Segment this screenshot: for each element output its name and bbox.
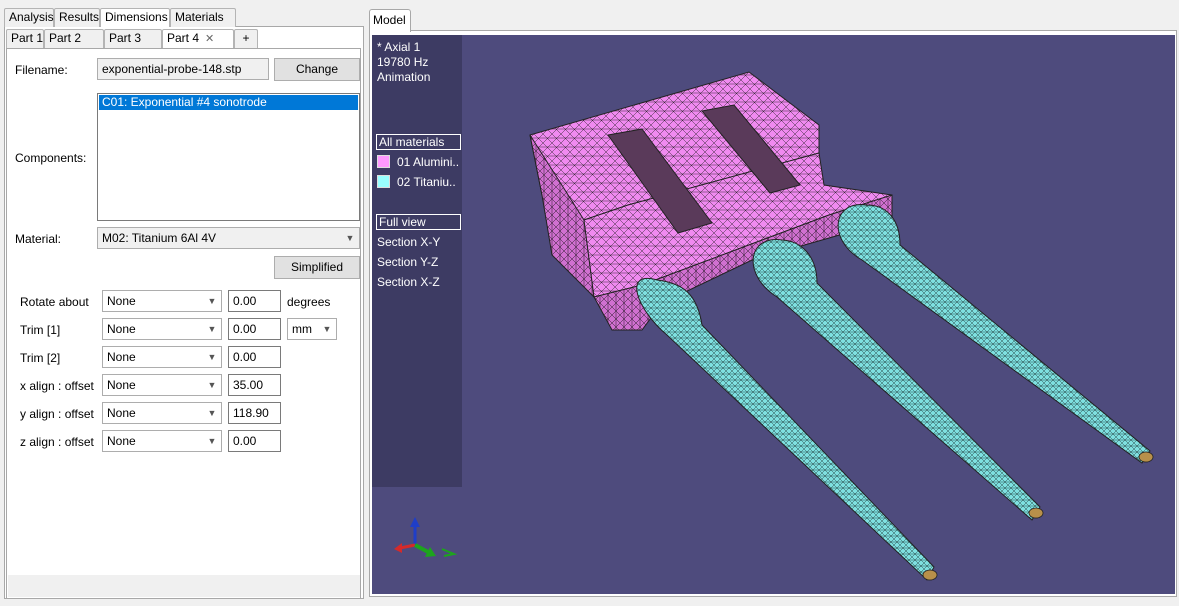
- chevron-down-icon: ▼: [322, 324, 332, 334]
- animation-toggle[interactable]: Animation: [377, 70, 430, 85]
- rotate-about-label: Rotate about: [20, 295, 89, 309]
- add-part-tab[interactable]: +: [234, 29, 258, 48]
- tab-part-4[interactable]: Part 4 ✕: [162, 29, 234, 48]
- part-tabstrip: Part 1 Part 2 Part 3 Part 4 ✕ +: [6, 29, 258, 48]
- filename-field: exponential-probe-148.stp: [97, 58, 269, 80]
- chevron-down-icon: ▼: [345, 233, 355, 243]
- rotate-about-select[interactable]: None ▼: [102, 290, 222, 312]
- close-icon[interactable]: ✕: [205, 33, 214, 45]
- view-section-xy[interactable]: Section X-Y: [377, 235, 440, 250]
- tab-part-1[interactable]: Part 1: [6, 29, 44, 48]
- filename-label: Filename:: [15, 63, 68, 77]
- trim-2-select-value: None: [107, 350, 136, 364]
- mode-frequency: 19780 Hz: [377, 55, 429, 69]
- x-align-select[interactable]: None ▼: [102, 374, 222, 396]
- trim-2-label: Trim [2]: [20, 351, 61, 365]
- trim-1-input[interactable]: 0.00: [228, 318, 281, 340]
- view-section-yz[interactable]: Section Y-Z: [377, 255, 438, 270]
- tab-analysis[interactable]: Analysis: [4, 8, 54, 27]
- main-tabstrip: Analysis Results Dimensions Materials: [4, 8, 236, 27]
- trim-1-select-value: None: [107, 322, 136, 336]
- axis-triad-icon: [394, 517, 458, 557]
- components-label: Components:: [15, 151, 87, 165]
- trim-2-input[interactable]: 0.00: [228, 346, 281, 368]
- chevron-down-icon: ▼: [207, 296, 217, 306]
- titanium-swatch: [377, 175, 390, 188]
- material-select-value: M02: Titanium 6Al 4V: [102, 231, 217, 245]
- material-label-titanium: 02 Titaniu..: [397, 175, 456, 189]
- chevron-down-icon: ▼: [207, 436, 217, 446]
- view-full[interactable]: Full view: [376, 214, 461, 230]
- aluminium-block: [529, 71, 893, 331]
- part-editor-panel: Analysis Results Dimensions Materials Fi…: [4, 7, 364, 599]
- z-align-select-value: None: [107, 434, 136, 448]
- x-align-label: x align : offset: [20, 379, 94, 393]
- material-label-aluminium: 01 Alumini..: [397, 155, 460, 169]
- y-align-input[interactable]: 118.90: [228, 402, 281, 424]
- part-frame: Filename: exponential-probe-148.stp Chan…: [6, 48, 361, 599]
- tab-model[interactable]: Model: [369, 9, 411, 32]
- degrees-unit-label: degrees: [287, 295, 331, 309]
- x-align-input[interactable]: 35.00: [228, 374, 281, 396]
- view-section-xz[interactable]: Section X-Z: [377, 275, 440, 290]
- z-align-input[interactable]: 0.00: [228, 430, 281, 452]
- y-align-select[interactable]: None ▼: [102, 402, 222, 424]
- chevron-down-icon: ▼: [207, 408, 217, 418]
- trim-1-label: Trim [1]: [20, 323, 61, 337]
- trim-1-select[interactable]: None ▼: [102, 318, 222, 340]
- z-align-select[interactable]: None ▼: [102, 430, 222, 452]
- unit-select[interactable]: mm ▼: [287, 318, 337, 340]
- chevron-down-icon: ▼: [207, 324, 217, 334]
- tab-materials[interactable]: Materials: [170, 8, 236, 27]
- tab-part-3[interactable]: Part 3: [104, 29, 162, 48]
- trim-2-select[interactable]: None ▼: [102, 346, 222, 368]
- components-list[interactable]: C01: Exponential #4 sonotrode: [97, 93, 360, 221]
- chevron-down-icon: ▼: [207, 380, 217, 390]
- material-select[interactable]: M02: Titanium 6Al 4V ▼: [97, 227, 360, 249]
- x-align-select-value: None: [107, 378, 136, 392]
- rotate-about-select-value: None: [107, 294, 136, 308]
- material-label: Material:: [15, 232, 62, 246]
- simplified-button[interactable]: Simplified: [274, 256, 360, 279]
- materials-filter[interactable]: All materials: [376, 134, 461, 150]
- mesh-model[interactable]: [372, 35, 1175, 594]
- aluminium-swatch: [377, 155, 390, 168]
- y-align-label: y align : offset: [20, 407, 94, 421]
- rotate-about-input[interactable]: 0.00: [228, 290, 281, 312]
- tab-results[interactable]: Results: [54, 8, 100, 27]
- tab-part-4-label: Part 4: [167, 31, 200, 45]
- list-item[interactable]: C01: Exponential #4 sonotrode: [99, 95, 358, 110]
- z-align-label: z align : offset: [20, 435, 94, 449]
- change-button[interactable]: Change: [274, 58, 360, 81]
- y-align-select-value: None: [107, 406, 136, 420]
- chevron-down-icon: ▼: [207, 352, 217, 362]
- tab-dimensions[interactable]: Dimensions: [100, 8, 170, 27]
- unit-select-value: mm: [292, 322, 312, 336]
- status-bar: [8, 575, 360, 597]
- mode-name: * Axial 1: [377, 40, 421, 54]
- tab-part-2[interactable]: Part 2: [44, 29, 104, 48]
- model-viewport[interactable]: * Axial 1 19780 Hz Animation All materia…: [372, 35, 1175, 594]
- viewport-side-panel: * Axial 1 19780 Hz Animation All materia…: [372, 35, 462, 487]
